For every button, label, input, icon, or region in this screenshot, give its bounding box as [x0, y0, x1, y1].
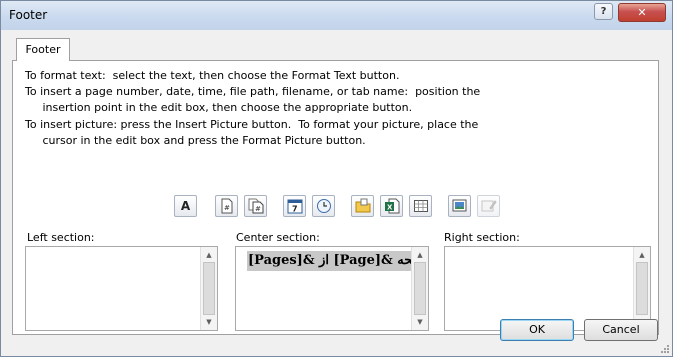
- help-icon: ?: [600, 6, 607, 17]
- insert-number-of-pages-button[interactable]: #: [244, 195, 267, 217]
- format-picture-icon: [481, 200, 497, 212]
- right-section-scrollbar[interactable]: ▲ ▼: [633, 247, 650, 330]
- number-of-pages-icon: #: [248, 198, 263, 214]
- insert-date-button[interactable]: 7: [283, 195, 306, 217]
- instruction-line: cursor in the edit box and press the For…: [25, 134, 366, 147]
- scroll-up-icon[interactable]: ▲: [412, 248, 428, 262]
- insert-picture-button[interactable]: [448, 195, 471, 217]
- file-name-icon: X: [384, 198, 399, 214]
- title-bar[interactable]: Footer ? ✕: [1, 1, 672, 30]
- tab-footer-label: Footer: [25, 43, 61, 56]
- instruction-line: To insert picture: press the Insert Pict…: [25, 118, 479, 131]
- center-section-editbox[interactable]: [Pages]& از [Page]& صفحه ▲ ▼: [235, 246, 429, 331]
- center-section-scrollbar[interactable]: ▲ ▼: [411, 247, 428, 330]
- dialog-body: Footer To format text: select the text, …: [2, 30, 671, 355]
- cancel-button[interactable]: Cancel: [584, 319, 658, 341]
- instruction-line: To insert a page number, date, time, fil…: [25, 85, 481, 98]
- insert-file-name-button[interactable]: X: [380, 195, 403, 217]
- current-date-icon: 7: [287, 199, 302, 214]
- footer-dialog: Footer ? ✕ Footer To format text: select…: [0, 0, 673, 357]
- svg-text:7: 7: [292, 205, 298, 214]
- scroll-down-icon[interactable]: ▼: [412, 315, 428, 329]
- left-section-scrollbar[interactable]: ▲ ▼: [200, 247, 217, 330]
- ok-button[interactable]: OK: [500, 319, 574, 341]
- window-title: Footer: [9, 8, 48, 22]
- right-section-label: Right section:: [444, 231, 520, 244]
- scroll-down-icon[interactable]: ▼: [201, 315, 217, 329]
- resize-grip-icon[interactable]: [660, 344, 670, 354]
- insert-file-path-button[interactable]: [351, 195, 374, 217]
- page-number-icon: #: [221, 198, 232, 214]
- scroll-up-icon[interactable]: ▲: [201, 248, 217, 262]
- instruction-line: insertion point in the edit box, then ch…: [25, 101, 413, 114]
- instruction-line: To format text: select the text, then ch…: [25, 69, 400, 82]
- file-path-icon: [355, 198, 370, 213]
- center-section-text[interactable]: [Pages]& از [Page]& صفحه: [247, 251, 413, 271]
- scroll-thumb[interactable]: [636, 262, 648, 315]
- format-text-button[interactable]: A: [174, 195, 197, 217]
- svg-text:#: #: [255, 205, 261, 213]
- scroll-thumb[interactable]: [414, 262, 426, 315]
- center-section-label: Center section:: [236, 231, 320, 244]
- insert-page-number-button[interactable]: #: [215, 195, 238, 217]
- tab-panel: To format text: select the text, then ch…: [12, 60, 659, 335]
- left-section-editbox[interactable]: ▲ ▼: [25, 246, 218, 331]
- help-button[interactable]: ?: [594, 3, 613, 20]
- close-icon: ✕: [637, 6, 647, 19]
- scroll-up-icon[interactable]: ▲: [634, 248, 650, 262]
- insert-sheet-name-button[interactable]: [409, 195, 432, 217]
- close-button[interactable]: ✕: [618, 3, 666, 22]
- svg-text:X: X: [387, 204, 393, 212]
- sheet-name-icon: [413, 200, 428, 212]
- scroll-thumb[interactable]: [203, 262, 215, 315]
- svg-text:#: #: [224, 204, 230, 212]
- insert-time-button[interactable]: [312, 195, 335, 217]
- format-text-icon: A: [180, 199, 191, 213]
- insert-picture-icon: [452, 199, 466, 212]
- tab-footer[interactable]: Footer: [16, 38, 70, 61]
- format-picture-button[interactable]: [477, 195, 500, 217]
- current-time-icon: [316, 199, 331, 213]
- left-section-label: Left section:: [27, 231, 95, 244]
